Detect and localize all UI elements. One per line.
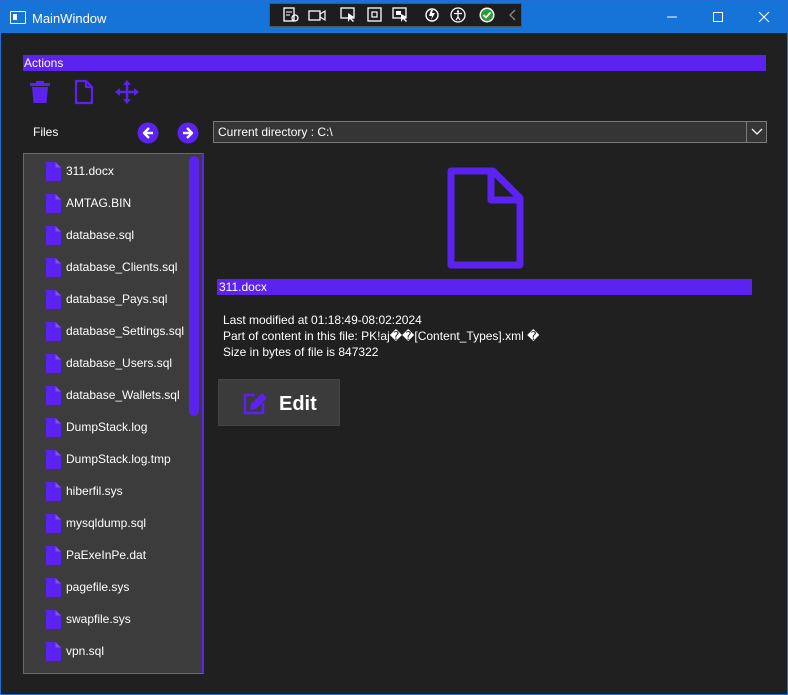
file-name: mysqldump.sql — [66, 516, 147, 530]
last-modified-text: Last modified at 01:18:49-08:02:2024 — [223, 313, 422, 327]
back-arrow-icon[interactable] — [137, 122, 159, 144]
file-name: DumpStack.log.tmp — [66, 452, 171, 466]
file-name: pagefile.sys — [66, 580, 130, 594]
list-item[interactable]: database.sql — [24, 218, 194, 250]
app-window-icon — [10, 11, 26, 24]
file-icon — [46, 290, 61, 309]
list-item[interactable]: database_Clients.sql — [24, 250, 194, 282]
list-item[interactable]: PaExeInPe.dat — [24, 538, 194, 570]
file-preview-icon — [447, 167, 524, 269]
list-item[interactable]: mysqldump.sql — [24, 506, 194, 538]
xaml-debug-toolbar — [269, 3, 522, 27]
accessibility-icon[interactable] — [449, 7, 467, 23]
title-bar[interactable]: MainWindow — [1, 1, 787, 33]
file-icon — [46, 258, 61, 277]
actions-header: Actions — [23, 55, 766, 71]
collapse-chevron-icon[interactable] — [504, 7, 522, 23]
file-icon — [46, 450, 61, 469]
select-element-icon[interactable] — [340, 7, 358, 23]
file-icon — [46, 226, 61, 245]
file-name: hiberfil.sys — [66, 484, 123, 498]
file-name: AMTAG.BIN — [66, 196, 132, 210]
file-name: DumpStack.log — [66, 420, 148, 434]
list-item[interactable]: DumpStack.log.tmp — [24, 442, 194, 474]
file-icon — [46, 578, 61, 597]
files-label: Files — [33, 125, 59, 139]
list-item[interactable]: 311.docx — [24, 154, 194, 186]
live-visual-tree-icon[interactable] — [282, 7, 300, 23]
file-icon — [46, 322, 61, 341]
file-name: vpn.sql — [66, 644, 105, 658]
file-name: database_Clients.sql — [66, 260, 178, 274]
file-icon — [46, 162, 61, 181]
file-icon — [46, 354, 61, 373]
list-item[interactable]: database_Settings.sql — [24, 314, 194, 346]
scrollbar-thumb[interactable] — [189, 156, 199, 416]
edit-icon — [243, 393, 267, 415]
file-list[interactable]: 311.docx AMTAG.BIN database.sql database_Cl… — [23, 153, 204, 674]
chevron-down-icon[interactable] — [746, 122, 766, 142]
list-item[interactable]: database_Pays.sql — [24, 282, 194, 314]
file-name: database_Users.sql — [66, 356, 173, 370]
list-item[interactable]: hiberfil.sys — [24, 474, 194, 506]
minimize-icon — [667, 16, 677, 18]
file-name: PaExeInPe.dat — [66, 548, 147, 562]
file-icon — [46, 418, 61, 437]
window-title: MainWindow — [32, 11, 107, 26]
file-icon — [46, 642, 61, 661]
file-name: database_Pays.sql — [66, 292, 168, 306]
list-item[interactable]: AMTAG.BIN — [24, 186, 194, 218]
file-icon — [46, 194, 61, 213]
main-window: MainWindow Actions Files Current directo… — [0, 0, 788, 695]
track-focus-icon[interactable] — [392, 7, 410, 23]
list-item[interactable]: swapfile.sys — [24, 602, 194, 634]
forward-arrow-icon[interactable] — [177, 122, 199, 144]
file-name: 311.docx — [66, 164, 114, 178]
maximize-button[interactable] — [695, 1, 741, 33]
minimize-button[interactable] — [649, 1, 695, 33]
check-icon[interactable] — [478, 7, 496, 23]
file-name: database_Settings.sql — [66, 324, 185, 338]
list-item[interactable]: vpn.sql — [24, 634, 194, 666]
directory-combobox[interactable]: Current directory : C:\ — [213, 121, 767, 143]
maximize-icon — [713, 12, 723, 22]
edit-button[interactable]: Edit — [218, 379, 340, 426]
list-item[interactable]: pagefile.sys — [24, 570, 194, 602]
list-item[interactable]: DumpStack.log — [24, 410, 194, 442]
file-icon — [46, 546, 61, 565]
selected-file-name: 311.docx — [217, 279, 752, 295]
layout-adorner-icon[interactable] — [366, 7, 384, 23]
directory-value: Current directory : C:\ — [218, 125, 333, 139]
file-size-text: Size in bytes of file is 847322 — [223, 345, 379, 359]
file-name: database.sql — [66, 228, 135, 242]
file-name: swapfile.sys — [66, 612, 131, 626]
move-icon[interactable] — [114, 79, 140, 105]
trash-icon[interactable] — [27, 79, 53, 105]
close-icon — [758, 11, 770, 23]
list-item[interactable]: database_Users.sql — [24, 346, 194, 378]
record-icon[interactable] — [308, 7, 326, 23]
edit-button-label: Edit — [279, 393, 317, 415]
close-button[interactable] — [741, 1, 787, 33]
content-preview-text: Part of content in this file: PK!aj��[Co… — [223, 329, 540, 343]
file-icon — [46, 610, 61, 629]
file-icon — [46, 482, 61, 501]
file-icon — [46, 386, 61, 405]
new-file-icon[interactable] — [71, 79, 97, 105]
file-icon — [46, 514, 61, 533]
file-name: database_Wallets.sql — [66, 388, 180, 402]
list-item[interactable]: database_Wallets.sql — [24, 378, 194, 410]
hot-reload-icon[interactable] — [423, 7, 441, 23]
